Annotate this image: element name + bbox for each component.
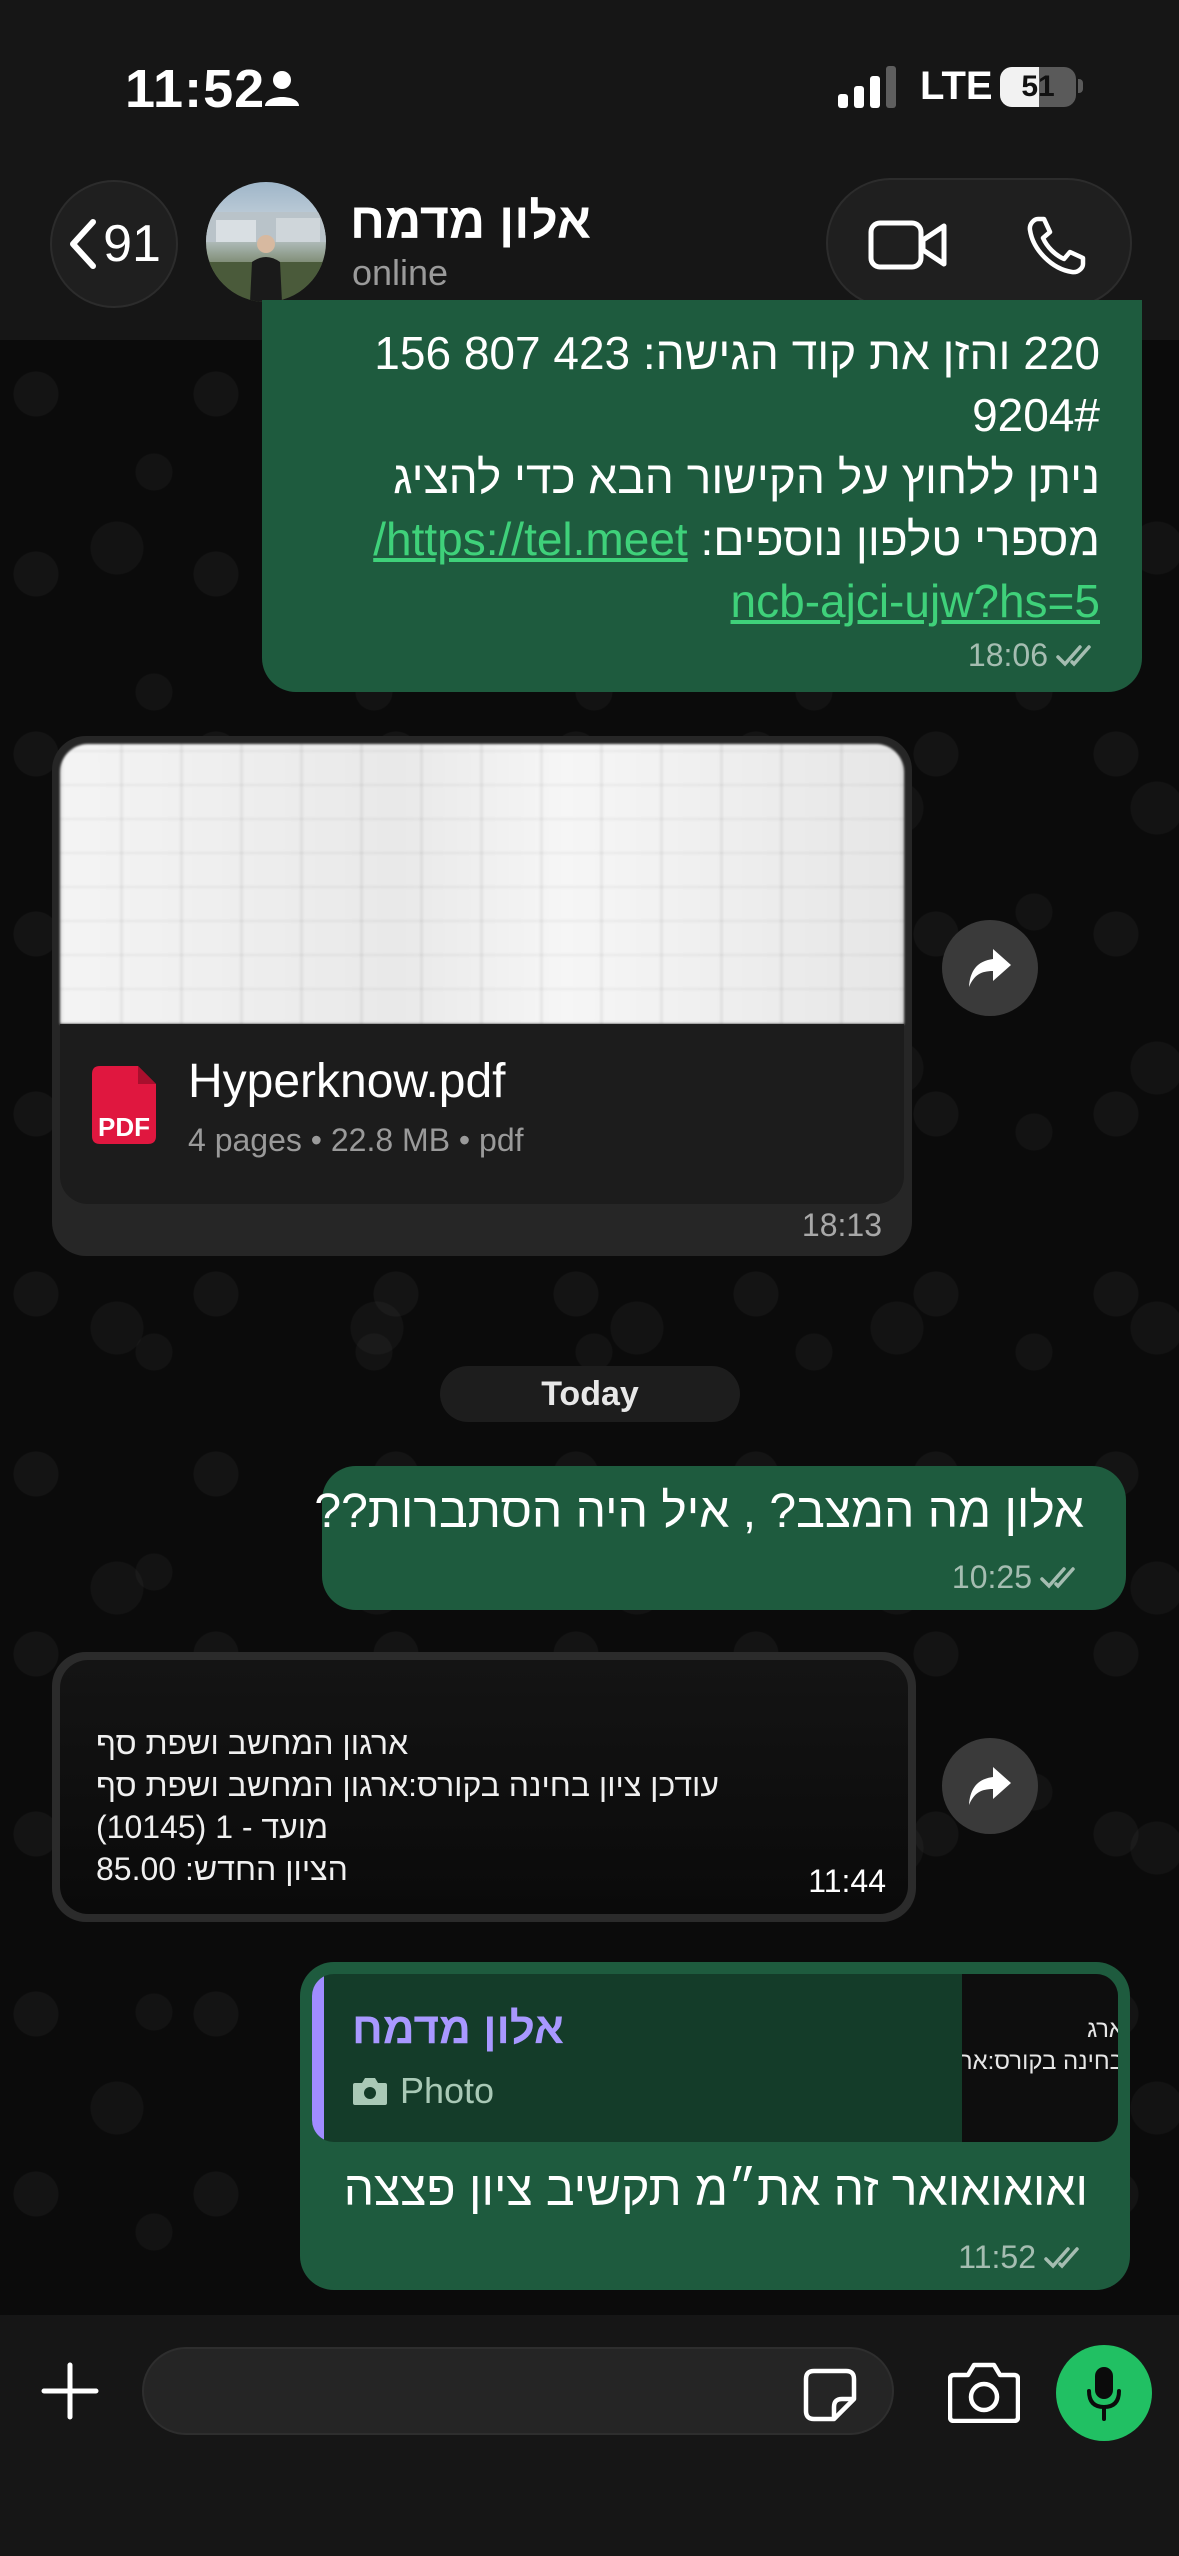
read-receipt-icon	[1056, 644, 1091, 667]
message-meta: 18:13	[802, 1207, 882, 1244]
message-meta: 11:44	[808, 1863, 886, 1900]
back-button[interactable]: 91	[50, 180, 178, 308]
camera-small-icon	[353, 2078, 387, 2105]
image-text-line: עודכן ציון בחינה בקורס:ארגון המחשב ושפת …	[96, 1767, 719, 1803]
quote-accent-bar	[312, 1974, 324, 2142]
message-line: ncb-ajci-ujw?hs=5	[300, 570, 1100, 632]
message-text: ואואואואר זה את״מ תקשיב ציון פצצה	[343, 2163, 1088, 2216]
message-text: 220 והזן את קוד הגישה: 423 807 156 9204#…	[300, 322, 1100, 632]
message-line: מספרי טלפון נוספים: https://tel.meet/	[300, 508, 1100, 570]
battery-percent: 51	[1021, 70, 1055, 103]
image-text: ארגון המחשב ושפת סף עודכן ציון בחינה בקו…	[96, 1722, 816, 1890]
quoted-thumbnail: ארג בחינה בקורס:ארג	[962, 1974, 1118, 2142]
sticker-icon[interactable]	[802, 2367, 858, 2423]
outgoing-message-bubble[interactable]: אלון מה המצב? , איל היה הסתברות?? 10:25	[314, 1466, 1126, 1610]
image-text-line: ארגון המחשב ושפת סף	[96, 1725, 409, 1761]
cellular-signal-icon	[838, 66, 896, 108]
message-time: 11:44	[808, 1863, 886, 1899]
image-text-line: מועד - 1 (10145)	[96, 1809, 329, 1845]
message-line: 220 והזן את קוד הגישה: 423 807 156	[374, 327, 1100, 379]
unread-count: 91	[103, 215, 161, 273]
pdf-icon-label: PDF	[98, 1112, 150, 1142]
composer-bar	[0, 2315, 1179, 2556]
meet-link-continued[interactable]: ncb-ajci-ujw?hs=5	[731, 575, 1100, 627]
incoming-image-bubble[interactable]: ארגון המחשב ושפת סף עודכן ציון בחינה בקו…	[52, 1652, 916, 1922]
quoted-type: Photo	[352, 2070, 494, 2112]
battery-nub	[1078, 79, 1083, 93]
incoming-document-bubble[interactable]: PDF Hyperknow.pdf 4 pages • 22.8 MB • pd…	[52, 736, 912, 1256]
forward-arrow-icon	[969, 1767, 1011, 1805]
thumb-text-line: בחינה בקורס:ארג	[962, 2048, 1118, 2075]
camera-icon[interactable]	[948, 2361, 1020, 2423]
image-content[interactable]: ארגון המחשב ושפת סף עודכן ציון בחינה בקו…	[60, 1660, 908, 1914]
message-time: 18:13	[801, 1207, 882, 1243]
chat-screen: 11:52 LTE 51 91 אלון מדמח online 220 והז…	[0, 0, 1179, 2556]
contact-name[interactable]: אלון מדמח	[350, 192, 591, 250]
contact-status: online	[352, 252, 449, 293]
read-receipt-icon	[1044, 2246, 1079, 2269]
date-divider: Today	[440, 1366, 740, 1422]
thumb-text-line: ארג	[1087, 2016, 1118, 2043]
message-meta: 18:06	[968, 637, 1100, 674]
quoted-sender: אלון מדמח	[352, 2004, 565, 2053]
message-line: 9204#	[972, 389, 1100, 441]
document-details: 4 pages • 22.8 MB • pdf	[188, 1122, 524, 1158]
contact-avatar[interactable]	[206, 182, 326, 302]
quoted-type-label: Photo	[400, 2070, 495, 2111]
message-time: 18:06	[967, 637, 1048, 673]
chevron-left-icon	[70, 219, 97, 269]
forward-button[interactable]	[942, 920, 1038, 1016]
voice-record-button[interactable]	[1056, 2345, 1152, 2441]
meet-link[interactable]: https://tel.meet/	[373, 513, 687, 565]
video-call-icon[interactable]	[868, 218, 948, 272]
microphone-icon	[1087, 2367, 1121, 2421]
network-type: LTE	[920, 64, 993, 108]
message-meta: 11:52	[958, 2239, 1088, 2276]
message-input[interactable]	[142, 2347, 894, 2435]
outgoing-message-bubble[interactable]: 220 והזן את קוד הגישה: 423 807 156 9204#…	[262, 300, 1142, 692]
message-text: אלון מה המצב? , איל היה הסתברות??	[314, 1485, 1084, 1538]
message-line: ניתן ללחוץ על הקישור הבא כדי להציג	[393, 451, 1100, 503]
message-meta: 10:25	[952, 1559, 1084, 1596]
quoted-message[interactable]: אלון מדמח Photo ארג בחינה בקורס:ארג	[312, 1974, 1118, 2142]
image-text-line: הציון החדש: 85.00	[96, 1851, 348, 1887]
message-line-text: מספרי טלפון נוספים:	[700, 513, 1100, 565]
voice-call-icon[interactable]	[1024, 214, 1088, 278]
document-preview[interactable]	[60, 744, 904, 1024]
status-bar: 11:52 LTE 51	[0, 0, 1179, 170]
forward-arrow-icon	[969, 949, 1011, 987]
message-time: 10:25	[951, 1559, 1032, 1595]
call-actions	[826, 178, 1132, 308]
avatar-photo	[206, 212, 326, 302]
document-name: Hyperknow.pdf	[188, 1055, 506, 1108]
battery-icon: 51	[1000, 67, 1076, 107]
forward-button[interactable]	[942, 1738, 1038, 1834]
outgoing-reply-bubble[interactable]: אלון מדמח Photo ארג בחינה בקורס:ארג ואוא…	[300, 1962, 1130, 2290]
person-icon	[265, 71, 299, 106]
document-info[interactable]: PDF Hyperknow.pdf 4 pages • 22.8 MB • pd…	[60, 1024, 904, 1204]
plus-icon[interactable]	[40, 2361, 100, 2421]
status-time: 11:52	[125, 59, 266, 119]
read-receipt-icon	[1040, 1566, 1075, 1589]
message-time: 11:52	[958, 2239, 1036, 2275]
